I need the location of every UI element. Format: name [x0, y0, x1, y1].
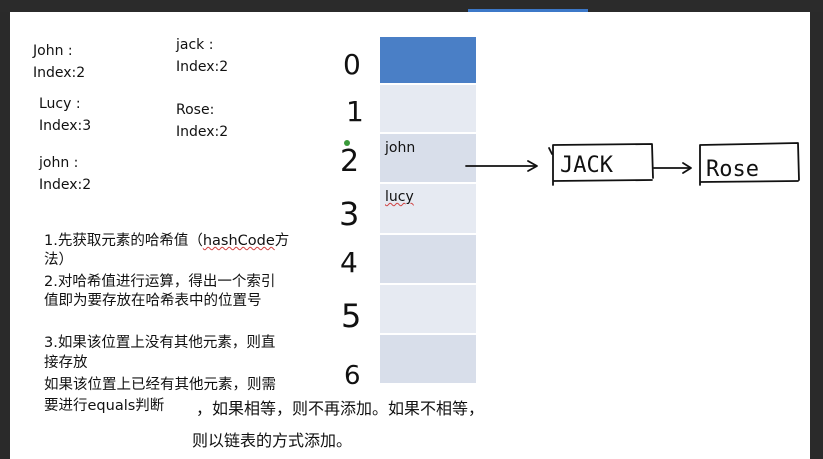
- index-label-1: 1: [346, 95, 364, 128]
- handwriting-layer: 0 1 2 3 4 5 6 JACK Rose: [339, 48, 800, 391]
- index-label-6: 6: [344, 361, 361, 391]
- index-label-0: 0: [343, 48, 361, 81]
- index-label-4: 4: [340, 246, 358, 279]
- node-jack-label: JACK: [560, 153, 614, 178]
- index-label-5: 5: [341, 297, 361, 335]
- index-label-3: 3: [339, 195, 359, 233]
- node-rose-label: Rose: [706, 157, 759, 182]
- index-label-2: 2: [340, 144, 359, 179]
- cursor-mark: [344, 140, 350, 146]
